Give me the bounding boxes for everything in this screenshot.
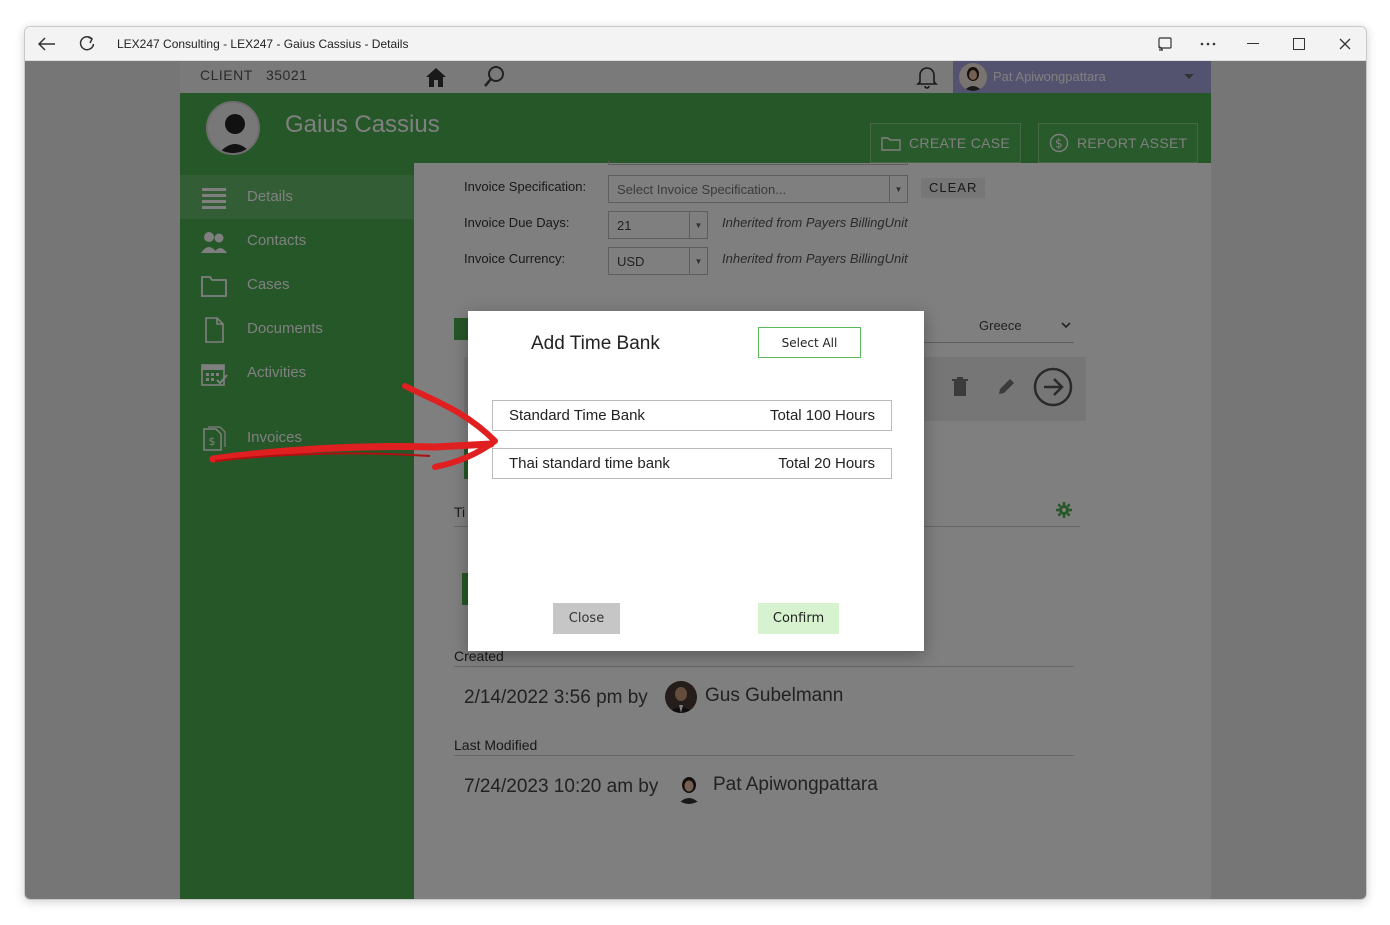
maximize-button[interactable] (1279, 27, 1319, 61)
confirm-button[interactable]: Confirm (758, 603, 839, 634)
time-bank-hours: Total 20 Hours (778, 455, 875, 472)
back-arrow-icon (38, 37, 55, 51)
close-icon (1339, 38, 1351, 50)
time-bank-name: Standard Time Bank (509, 407, 645, 424)
close-button[interactable]: Close (553, 603, 620, 634)
page-content: CLIENT 35021 Pat Apiwongpattara (25, 61, 1366, 899)
time-bank-option[interactable]: Thai standard time bank Total 20 Hours (492, 448, 892, 479)
cast-icon (1158, 37, 1172, 51)
dialog-title: Add Time Bank (531, 333, 660, 354)
maximize-icon (1293, 38, 1305, 50)
refresh-icon (79, 35, 95, 51)
time-bank-name: Thai standard time bank (509, 455, 670, 472)
back-button[interactable] (27, 27, 67, 61)
title-bar: LEX247 Consulting - LEX247 - Gaius Cassi… (25, 27, 1366, 61)
cast-button[interactable] (1145, 27, 1185, 61)
close-window-button[interactable] (1325, 27, 1365, 61)
select-all-button[interactable]: Select All (758, 327, 861, 358)
app-window: LEX247 Consulting - LEX247 - Gaius Cassi… (24, 26, 1367, 900)
refresh-button[interactable] (67, 27, 107, 61)
window-title: LEX247 Consulting - LEX247 - Gaius Cassi… (117, 37, 409, 51)
more-icon (1200, 42, 1216, 46)
time-bank-hours: Total 100 Hours (769, 407, 875, 424)
more-button[interactable] (1188, 27, 1228, 61)
time-bank-option[interactable]: Standard Time Bank Total 100 Hours (492, 400, 892, 431)
add-time-bank-dialog: Add Time Bank Select All Standard Time B… (468, 311, 924, 651)
minimize-icon (1247, 43, 1259, 44)
minimize-button[interactable] (1233, 27, 1273, 61)
